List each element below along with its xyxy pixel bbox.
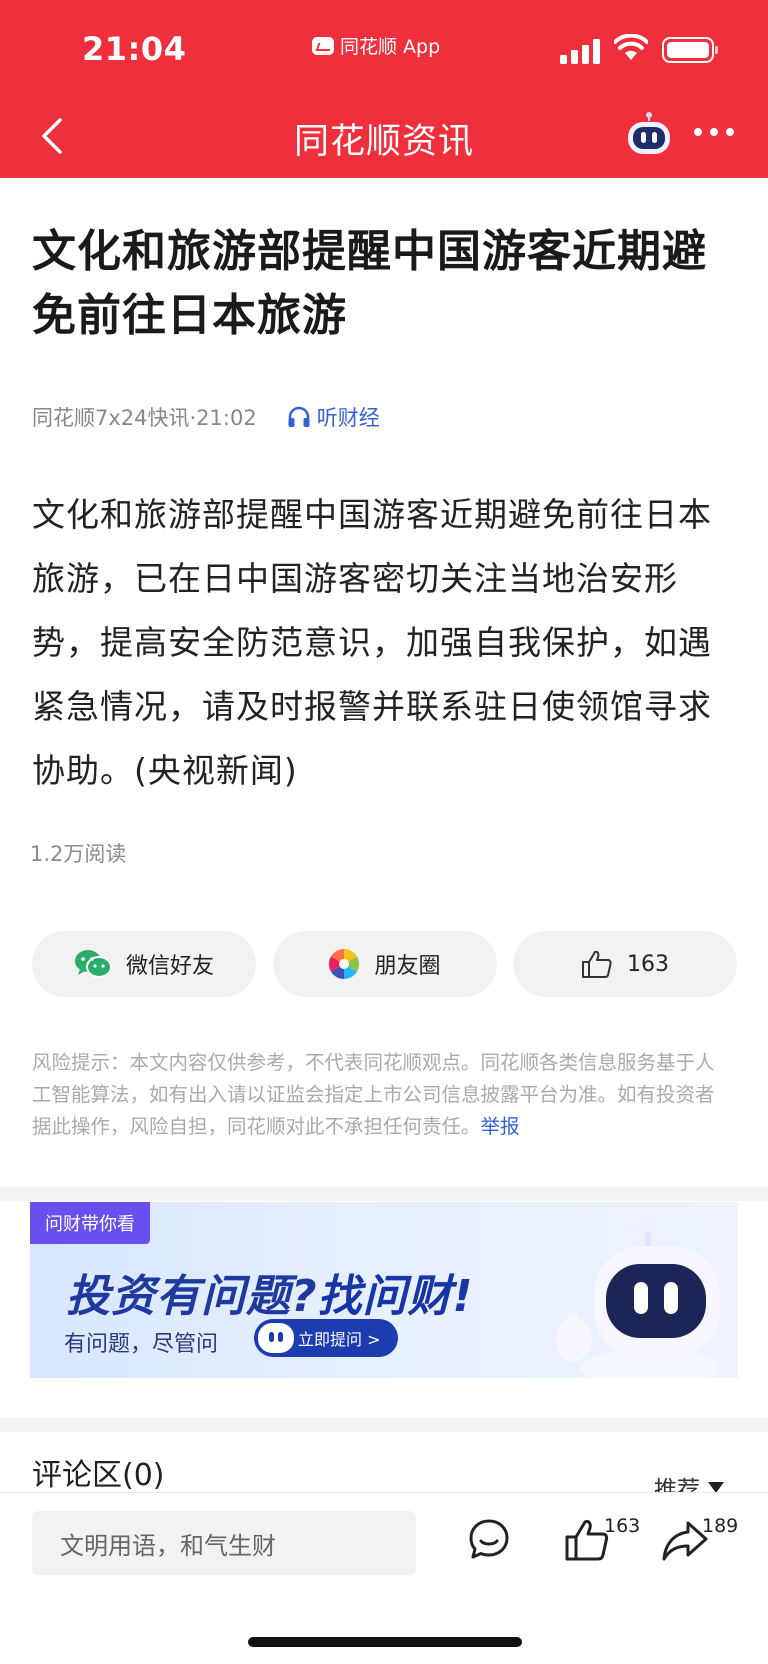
status-app-name: 同花顺 App <box>340 36 441 58</box>
share-count: 189 <box>702 1515 739 1537</box>
signal-icon <box>560 38 602 64</box>
mini-robot-icon <box>258 1323 294 1353</box>
app-header: 21:04 同花顺 App 同花顺资讯 <box>0 0 768 178</box>
banner-tag: 问财带你看 <box>30 1202 150 1244</box>
risk-notice: 风险提示：本文内容仅供参考，不代表同花顺观点。同花顺各类信息服务基于人工智能算法… <box>32 1047 732 1143</box>
ad-banner[interactable]: 问财带你看 投资有问题?找问财! 有问题，尽管问 立即提问 > <box>30 1202 738 1378</box>
risk-text: 风险提示：本文内容仅供参考，不代表同花顺观点。同花顺各类信息服务基于人工智能算法… <box>32 1051 715 1138</box>
battery-icon <box>662 37 718 63</box>
banner-headline-part2: 找问财! <box>317 1271 474 1322</box>
banner-headline: 投资有问题?找问财! <box>66 1260 474 1324</box>
share-moments-button[interactable]: 朋友圈 <box>272 931 497 997</box>
share-wechat-label: 微信好友 <box>125 954 214 979</box>
wechat-icon <box>74 950 112 978</box>
banner-subtitle: 有问题，尽管问 <box>64 1332 219 1357</box>
listen-label: 听财经 <box>316 406 380 430</box>
comment-input[interactable]: 文明用语，和气生财 <box>32 1511 416 1575</box>
share-moments-label: 朋友圈 <box>374 954 441 979</box>
share-wechat-button[interactable]: 微信好友 <box>32 931 256 997</box>
report-link[interactable]: 举报 <box>481 1115 520 1138</box>
headphones-icon <box>288 406 310 427</box>
ask-now-label: 立即提问 > <box>298 1330 381 1349</box>
wifi-icon <box>614 34 648 60</box>
robot-mascot-icon <box>556 1217 720 1378</box>
moments-icon <box>329 949 360 979</box>
share-row: 微信好友 朋友圈 163 <box>32 931 737 997</box>
section-divider <box>0 1418 768 1432</box>
like-count: 163 <box>627 951 669 977</box>
more-icon[interactable] <box>694 128 734 140</box>
app-logo-icon <box>312 36 334 55</box>
status-app-indicator[interactable]: 同花顺 App <box>312 32 440 59</box>
thumbs-up-icon <box>582 950 612 978</box>
listen-button[interactable]: 听财经 <box>287 402 380 432</box>
comments-title: 评论区(0) <box>32 1458 165 1493</box>
comment-input-placeholder: 文明用语，和气生财 <box>60 1531 276 1560</box>
status-time: 21:04 <box>82 30 187 68</box>
bottom-action-bar: 文明用语，和气生财 163 189 <box>0 1492 768 1664</box>
like-button[interactable]: 163 <box>513 931 737 997</box>
comment-icon[interactable] <box>464 1515 514 1565</box>
article-title: 文化和旅游部提醒中国游客近期避免前往日本旅游 <box>32 226 707 341</box>
robot-icon[interactable] <box>624 110 674 158</box>
section-divider <box>0 1187 768 1201</box>
article-meta: 同花顺7x24快讯·21:02 听财经 <box>32 402 380 432</box>
bottom-like-count: 163 <box>604 1515 641 1537</box>
article-body: 文化和旅游部提醒中国游客近期避免前往日本旅游，已在日中国游客密切关注当地治安形势… <box>32 495 712 790</box>
home-indicator[interactable] <box>248 1637 522 1647</box>
banner-headline-part1: 投资有问题? <box>66 1271 318 1322</box>
ask-now-button[interactable]: 立即提问 > <box>254 1319 398 1357</box>
article-source: 同花顺7x24快讯·21:02 <box>32 406 257 430</box>
view-count: 1.2万阅读 <box>30 842 127 866</box>
caret-down-icon <box>708 1481 724 1493</box>
